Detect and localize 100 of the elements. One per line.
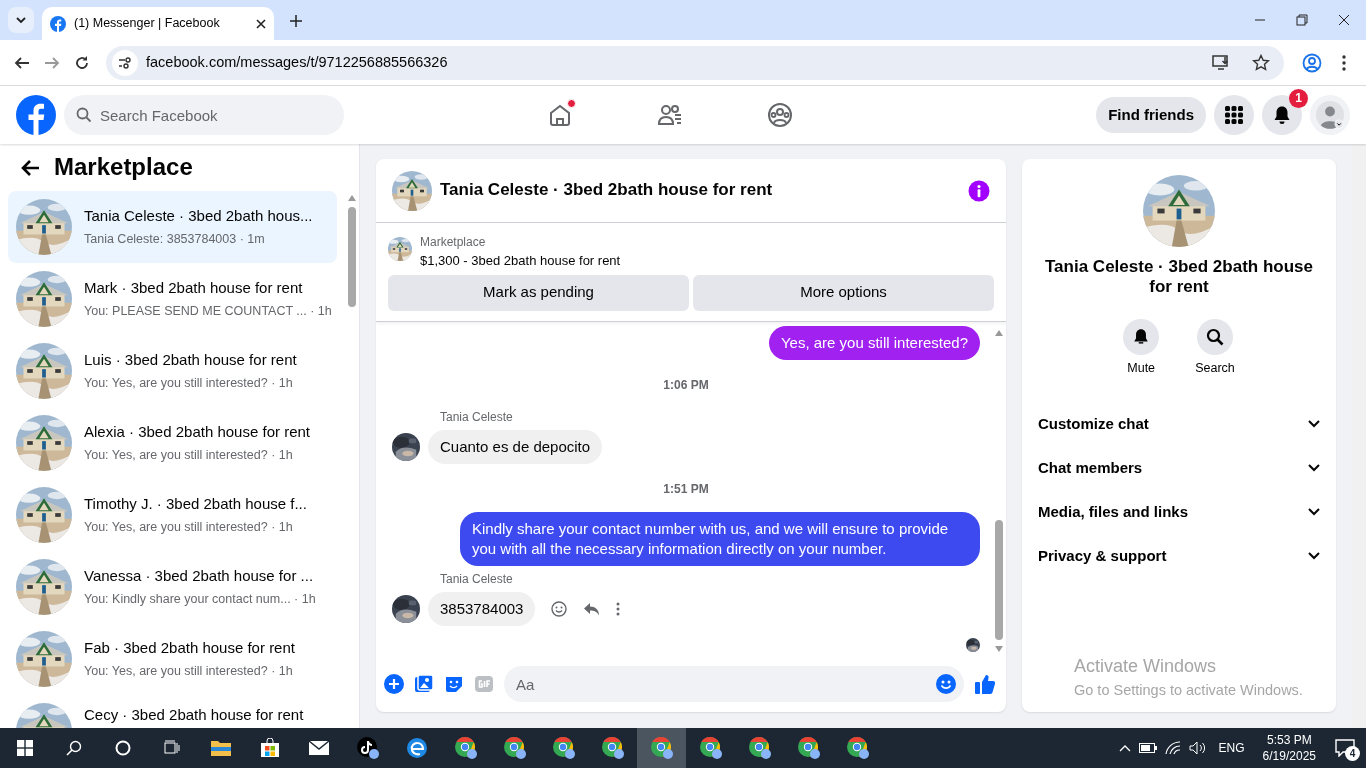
close-icon[interactable] [1338,14,1350,26]
browser-icon [845,736,870,760]
task-view-icon [163,740,180,756]
emoji-icon[interactable] [936,674,956,694]
section-toggle[interactable]: Media, files and links [1038,489,1320,534]
back-arrow-icon[interactable] [20,158,40,177]
chevron-down-icon [1308,463,1320,472]
envelope-icon [307,740,330,756]
timestamp: 1:51 PM [662,480,710,498]
groups-icon [767,102,793,128]
conversation-title: Fab · 3bed 2bath house for rent [84,637,295,658]
close-icon[interactable] [256,18,266,29]
volume-icon[interactable] [1188,741,1207,755]
sender-name: Tania Celeste [440,570,514,588]
conversation-item[interactable]: Luis · 3bed 2bath house for rent You: Yes, are you still interested? · 1h [8,335,337,407]
chevron-down-icon [1308,419,1320,428]
message-preview: You: Yes, are you still interested? · 1h [84,375,294,393]
clock[interactable]: 5:53 PM 6/19/2025 [1256,732,1322,764]
reply-icon[interactable] [583,601,601,616]
reload-icon [74,54,90,71]
conversation-item[interactable]: Fab · 3bed 2bath house for rent You: Yes, are you still interested? · 1h [8,623,337,695]
conversation-item[interactable]: Tania Celeste · 3bed 2bath hous... Tania Celeste: 3853784003 · 1m [8,191,337,263]
tab-title: (1) Messenger | Facebook [74,15,221,33]
find-friends-button[interactable]: Find friends [1096,97,1206,133]
conversation-title: Vanessa · 3bed 2bath house for ... [84,565,315,586]
action-label: Search [1195,360,1235,377]
conversation-title: Tania Celeste · 3bed 2bath hous... [84,205,313,226]
search-icon [65,740,82,756]
react-icon[interactable] [551,600,568,617]
conversation-item[interactable]: Mark · 3bed 2bath house for rent You: PLEASE SEND ME COUNTACT ... · 1h [8,263,337,335]
scrollbar[interactable] [1352,144,1366,728]
conversation-item[interactable]: Alexia · 3bed 2bath house for rent You: Yes, are you still interested? · 1h [8,407,337,479]
scroll-down-icon[interactable] [995,646,1003,652]
browser-icon [453,736,478,760]
home-icon [548,103,572,127]
section-toggle[interactable]: Chat members [1038,445,1320,490]
site-settings-icon[interactable] [118,56,132,69]
message-bubble: Yes, are you still interested? [768,325,980,360]
url-text: facebook.com/messages/t/9712256885566326 [146,52,449,72]
more-icon[interactable] [616,601,621,616]
browser-icon [600,736,625,760]
sticker-icon[interactable] [444,674,464,694]
message-preview: You: Yes, are you still interested? · 1h [84,447,294,465]
windows-icon [16,740,33,756]
image-icon[interactable] [414,674,434,694]
section-toggle[interactable]: Customize chat [1038,401,1320,446]
conversation-item[interactable]: Vanessa · 3bed 2bath house for ... You: Kindly share your contact num... · 1h [8,551,337,623]
facebook-logo[interactable] [16,95,56,135]
notification-count: 1 [1289,89,1308,108]
bell-icon [1272,105,1292,125]
listing-label: Marketplace [420,234,487,251]
action-label: Mute [1127,360,1156,377]
tab-list-button[interactable] [8,7,34,33]
scroll-up-icon[interactable] [348,195,356,201]
search-field[interactable]: Search Facebook [64,95,344,135]
address-bar[interactable]: facebook.com/messages/t/9712256885566326 [106,45,1284,80]
message-preview: You: Yes, are you still interested? · 1h [84,663,294,681]
chevron-up-icon[interactable] [1118,744,1131,752]
search-icon [1206,328,1224,346]
scrollbar-thumb[interactable] [995,520,1003,640]
conversation-name: Tania Celeste · 3bed 2bath house for rent [1044,257,1314,297]
star-icon[interactable] [1252,53,1270,72]
battery-icon[interactable] [1138,743,1157,753]
listing-action-button[interactable]: More options [693,274,994,311]
sidebar-title: Marketplace [54,153,193,182]
conversation-title: Mark · 3bed 2bath house for rent [84,277,304,298]
grid-icon [1225,106,1243,124]
conversation-title: Luis · 3bed 2bath house for rent [84,349,297,370]
message-preview: You: PLEASE SEND ME COUNTACT ... · 1h [84,303,329,321]
listing-title[interactable]: $1,300 - 3bed 2bath house for rent [420,251,621,271]
activation-text: Go to Settings to activate Windows. [1074,681,1303,701]
info-icon[interactable] [968,179,990,202]
chevron-down-icon [15,14,27,26]
thumbs-up-icon[interactable] [974,673,996,695]
notifications-button[interactable] [1262,95,1302,135]
menu-button[interactable] [1214,95,1254,135]
scrollbar-thumb[interactable] [348,207,356,307]
section-toggle[interactable]: Privacy & support [1038,533,1320,578]
browser-icon [698,736,723,760]
back-arrow-icon [14,54,30,71]
restore-icon[interactable] [1296,14,1308,26]
listing-action-button[interactable]: Mark as pending [388,274,689,311]
browser-tab[interactable]: (1) Messenger | Facebook [42,7,274,40]
menu-icon[interactable] [1342,54,1346,71]
message-bubble: 3853784003 [428,591,536,626]
scroll-up-icon[interactable] [995,329,1003,336]
plus-icon[interactable] [384,674,404,694]
sender-name: Tania Celeste [440,408,514,426]
profile-icon[interactable] [1302,52,1322,73]
conversation-title: Alexia · 3bed 2bath house for rent [84,421,310,442]
conversation-item[interactable]: Timothy J. · 3bed 2bath house f... You: Yes, are you still interested? · 1h [8,479,337,551]
message-field[interactable]: Aa [504,666,964,702]
browser-icon [796,736,821,760]
account-button[interactable] [1310,95,1350,135]
timestamp: 1:06 PM [662,376,710,394]
message-preview: You: Yes, are you still interested? · 1h [84,519,294,537]
wifi-icon[interactable] [1164,741,1181,755]
install-app-icon[interactable] [1212,54,1230,71]
activation-title: Activate Windows [1074,655,1218,679]
language-indicator[interactable]: ENG [1214,739,1249,757]
